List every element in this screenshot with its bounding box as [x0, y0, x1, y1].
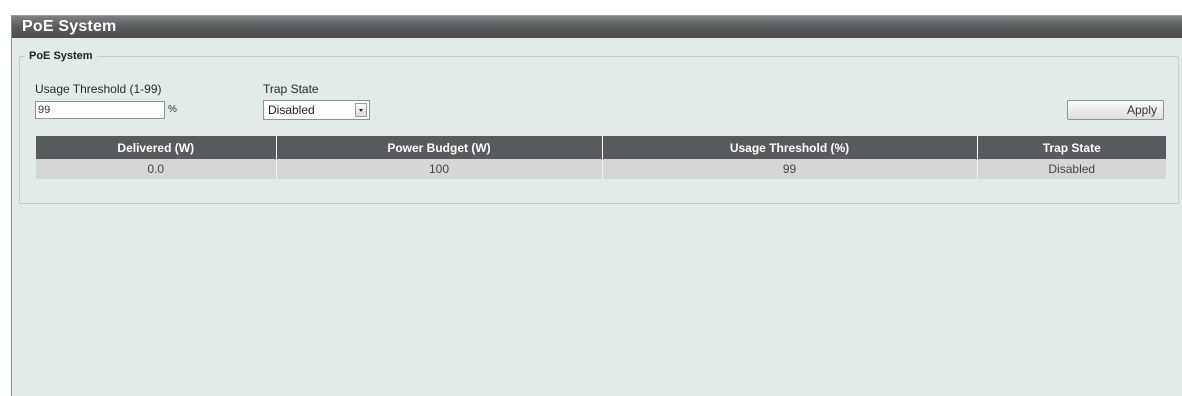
usage-threshold-label: Usage Threshold (1-99)	[35, 82, 162, 96]
fieldset-legend: PoE System	[25, 49, 97, 63]
trap-state-selected-value: Disabled	[268, 103, 315, 117]
table-header-row: Delivered (W) Power Budget (W) Usage Thr…	[36, 136, 1166, 159]
column-header-trap-state: Trap State	[976, 136, 1166, 159]
table-row: 0.0 100 99 Disabled	[36, 159, 1166, 179]
poe-status-table: Delivered (W) Power Budget (W) Usage Thr…	[36, 136, 1166, 179]
cell-trap-state: Disabled	[976, 159, 1166, 179]
cell-usage-threshold: 99	[601, 159, 977, 179]
cell-delivered: 0.0	[36, 159, 276, 179]
apply-button[interactable]: Apply	[1067, 100, 1164, 120]
column-header-usage-threshold: Usage Threshold (%)	[601, 136, 977, 159]
main-panel: PoE System PoE System Usage Threshold (1…	[11, 15, 1182, 396]
usage-threshold-input[interactable]	[35, 101, 165, 119]
cell-power-budget: 100	[275, 159, 602, 179]
column-header-power-budget: Power Budget (W)	[275, 136, 602, 159]
page-title: PoE System	[22, 18, 117, 35]
title-bar: PoE System	[12, 16, 1182, 38]
poe-system-fieldset: PoE System	[19, 49, 1179, 204]
trap-state-select[interactable]: Disabled	[263, 100, 370, 120]
chevron-down-icon[interactable]	[355, 103, 367, 117]
column-header-delivered: Delivered (W)	[36, 136, 276, 159]
trap-state-label: Trap State	[263, 82, 319, 96]
percent-unit: %	[168, 104, 177, 115]
